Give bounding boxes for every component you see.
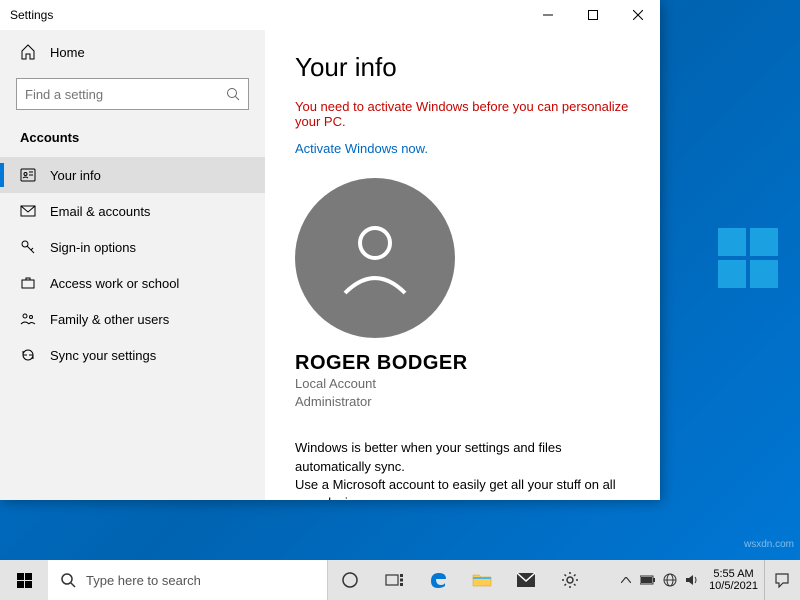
cortana-icon — [341, 571, 359, 589]
window-titlebar[interactable]: Settings — [0, 0, 660, 30]
maximize-button[interactable] — [570, 0, 615, 30]
home-label: Home — [50, 45, 85, 60]
nav-your-info[interactable]: Your info — [0, 157, 265, 193]
search-input[interactable] — [25, 87, 226, 102]
briefcase-icon — [20, 275, 36, 291]
tray-network[interactable] — [659, 560, 681, 600]
user-name: ROGER BODGER — [295, 352, 630, 375]
mail-button[interactable] — [504, 560, 548, 600]
edge-button[interactable] — [416, 560, 460, 600]
desktop: Settings Home — [0, 0, 800, 600]
nav-label: Access work or school — [50, 276, 179, 291]
nav-list: Your info Email & accounts Sign-in optio… — [0, 157, 265, 373]
cortana-button[interactable] — [328, 560, 372, 600]
windows-icon — [17, 573, 32, 588]
clock-time: 5:55 AM — [709, 568, 758, 580]
start-button[interactable] — [0, 560, 48, 600]
task-view-button[interactable] — [372, 560, 416, 600]
nav-label: Family & other users — [50, 312, 169, 327]
nav-sync-settings[interactable]: Sync your settings — [0, 337, 265, 373]
nav-label: Sync your settings — [50, 348, 156, 363]
taskbar-search[interactable]: Type here to search — [48, 560, 328, 600]
nav-label: Sign-in options — [50, 240, 136, 255]
notification-icon — [774, 572, 790, 588]
tray-volume[interactable] — [681, 560, 703, 600]
taskbar-clock[interactable]: 5:55 AM 10/5/2021 — [703, 568, 764, 592]
window-title: Settings — [10, 8, 53, 22]
person-badge-icon — [20, 167, 36, 183]
activation-warning: You need to activate Windows before you … — [295, 99, 630, 129]
sync-text-2: Use a Microsoft account to easily get al… — [295, 476, 630, 500]
tray-battery[interactable] — [637, 560, 659, 600]
content-pane: Your info You need to activate Windows b… — [265, 30, 660, 500]
mail-icon — [516, 572, 536, 588]
taskbar: Type here to search — [0, 560, 800, 600]
speaker-icon — [685, 573, 699, 587]
mail-icon — [20, 203, 36, 219]
key-icon — [20, 239, 36, 255]
user-account-type: Local Account — [295, 375, 630, 393]
home-icon — [20, 44, 36, 60]
minimize-button[interactable] — [525, 0, 570, 30]
folder-icon — [472, 572, 492, 588]
settings-window: Settings Home — [0, 0, 660, 500]
sync-icon — [20, 347, 36, 363]
nav-signin-options[interactable]: Sign-in options — [0, 229, 265, 265]
nav-email-accounts[interactable]: Email & accounts — [0, 193, 265, 229]
action-center-button[interactable] — [764, 560, 798, 600]
globe-icon — [663, 573, 677, 587]
people-icon — [20, 311, 36, 327]
close-button[interactable] — [615, 0, 660, 30]
person-icon — [330, 213, 420, 303]
home-button[interactable]: Home — [0, 36, 265, 68]
chevron-up-icon — [621, 577, 631, 583]
task-view-icon — [384, 572, 404, 588]
watermark: wsxdn.com — [744, 539, 794, 550]
file-explorer-button[interactable] — [460, 560, 504, 600]
search-icon — [60, 572, 76, 588]
nav-label: Your info — [50, 168, 101, 183]
system-tray: 5:55 AM 10/5/2021 — [615, 560, 800, 600]
nav-label: Email & accounts — [50, 204, 150, 219]
gear-icon — [561, 571, 579, 589]
category-heading: Accounts — [0, 120, 265, 151]
search-box[interactable] — [16, 78, 249, 110]
settings-taskbar-button[interactable] — [548, 560, 592, 600]
user-avatar — [295, 178, 455, 338]
activate-link[interactable]: Activate Windows now. — [295, 141, 630, 156]
windows-logo-background — [716, 226, 780, 290]
settings-sidebar: Home Accounts Your info — [0, 30, 265, 500]
tray-chevron-up[interactable] — [615, 560, 637, 600]
search-placeholder: Type here to search — [86, 573, 201, 588]
clock-date: 10/5/2021 — [709, 580, 758, 592]
sync-text-1: Windows is better when your settings and… — [295, 439, 630, 475]
edge-icon — [428, 570, 448, 590]
user-role: Administrator — [295, 393, 630, 411]
nav-access-work-school[interactable]: Access work or school — [0, 265, 265, 301]
nav-family-users[interactable]: Family & other users — [0, 301, 265, 337]
battery-icon — [640, 575, 656, 585]
page-title: Your info — [295, 52, 630, 83]
search-icon — [226, 87, 240, 101]
